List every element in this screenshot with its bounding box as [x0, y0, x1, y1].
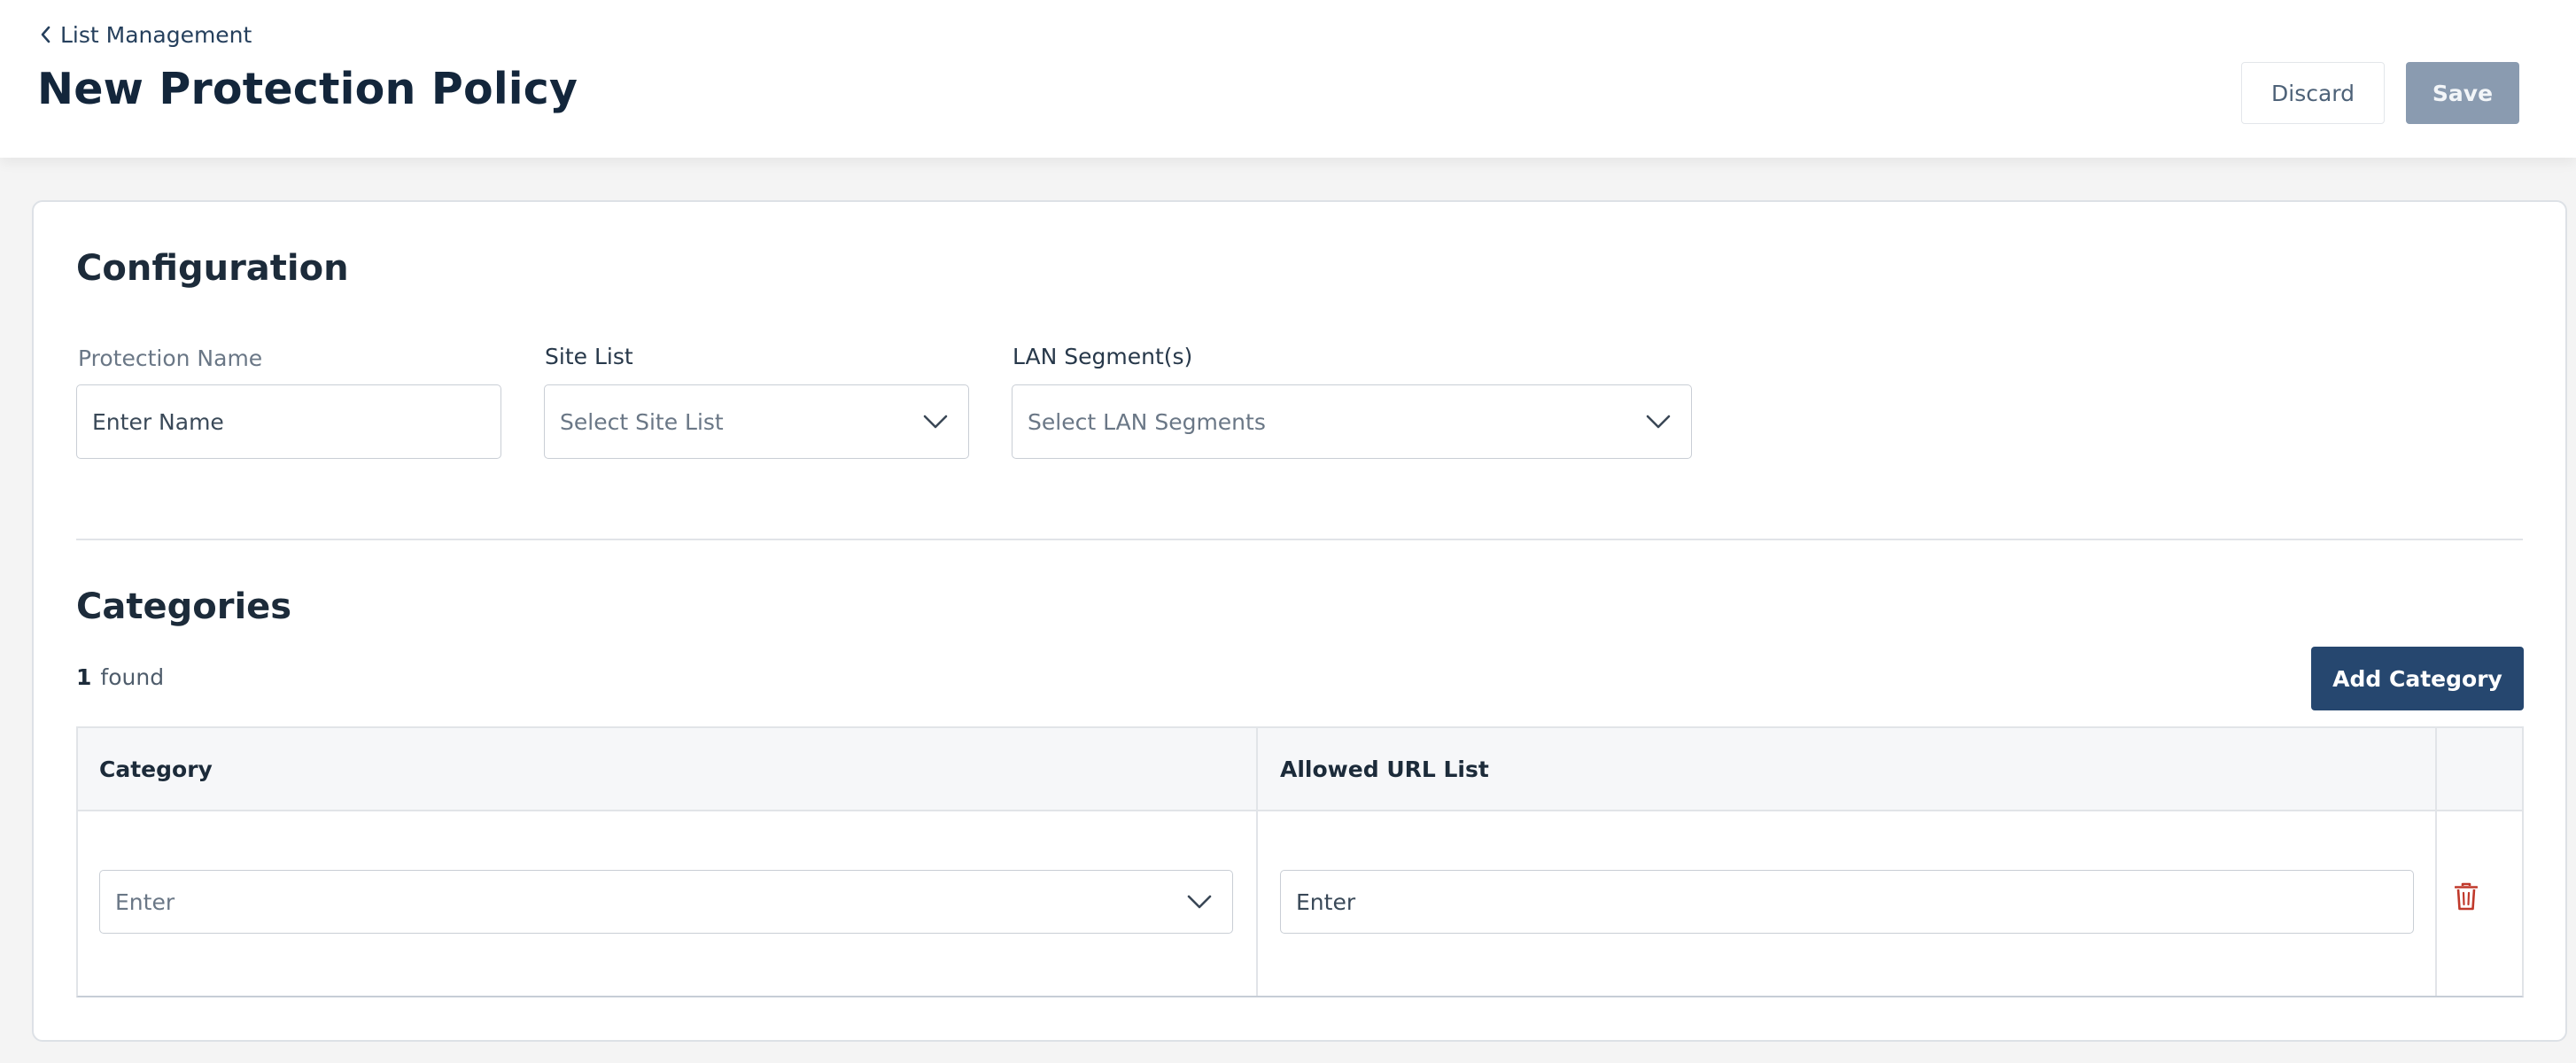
categories-table: Category Allowed URL List Enter Enter — [76, 726, 2524, 997]
column-header-category: Category — [99, 756, 213, 782]
protection-name-placeholder: Enter Name — [92, 408, 224, 435]
trash-icon[interactable] — [2455, 882, 2478, 911]
site-list-label: Site List — [545, 344, 633, 369]
save-button[interactable]: Save — [2406, 62, 2519, 124]
add-category-button[interactable]: Add Category — [2311, 647, 2524, 710]
table-header: Category Allowed URL List — [78, 728, 2522, 811]
column-divider — [1256, 728, 1258, 996]
column-header-allowed-url-list: Allowed URL List — [1280, 756, 1489, 782]
results-count-suffix: found — [100, 664, 165, 690]
category-select[interactable]: Enter — [99, 870, 1233, 934]
categories-heading: Categories — [76, 586, 292, 627]
results-count: 1 found — [76, 664, 164, 690]
protection-name-input[interactable]: Enter Name — [76, 384, 501, 459]
allowed-url-input[interactable]: Enter — [1280, 870, 2414, 934]
allowed-url-placeholder: Enter — [1296, 888, 1356, 915]
page-header: List Management New Protection Policy Di… — [0, 0, 2576, 158]
section-divider — [76, 539, 2523, 540]
page-title: New Protection Policy — [37, 64, 578, 114]
lan-segments-label: LAN Segment(s) — [1013, 344, 1193, 369]
configuration-heading: Configuration — [76, 248, 349, 289]
site-list-placeholder: Select Site List — [560, 408, 724, 435]
back-link-label: List Management — [60, 21, 252, 48]
chevron-down-icon — [1646, 415, 1671, 429]
lan-segments-placeholder: Select LAN Segments — [1028, 408, 1266, 435]
site-list-select[interactable]: Select Site List — [544, 384, 969, 459]
back-to-list-management-link[interactable]: List Management — [35, 21, 252, 48]
lan-segments-select[interactable]: Select LAN Segments — [1012, 384, 1692, 459]
discard-button[interactable]: Discard — [2241, 62, 2385, 124]
chevron-down-icon — [1187, 895, 1212, 909]
protection-name-label: Protection Name — [78, 345, 263, 371]
chevron-down-icon — [923, 415, 948, 429]
category-placeholder: Enter — [115, 888, 175, 915]
column-divider — [2435, 728, 2437, 996]
results-count-number: 1 — [76, 664, 92, 690]
chevron-left-icon — [41, 26, 50, 43]
policy-form-card: Configuration Protection Name Enter Name… — [32, 200, 2567, 1042]
